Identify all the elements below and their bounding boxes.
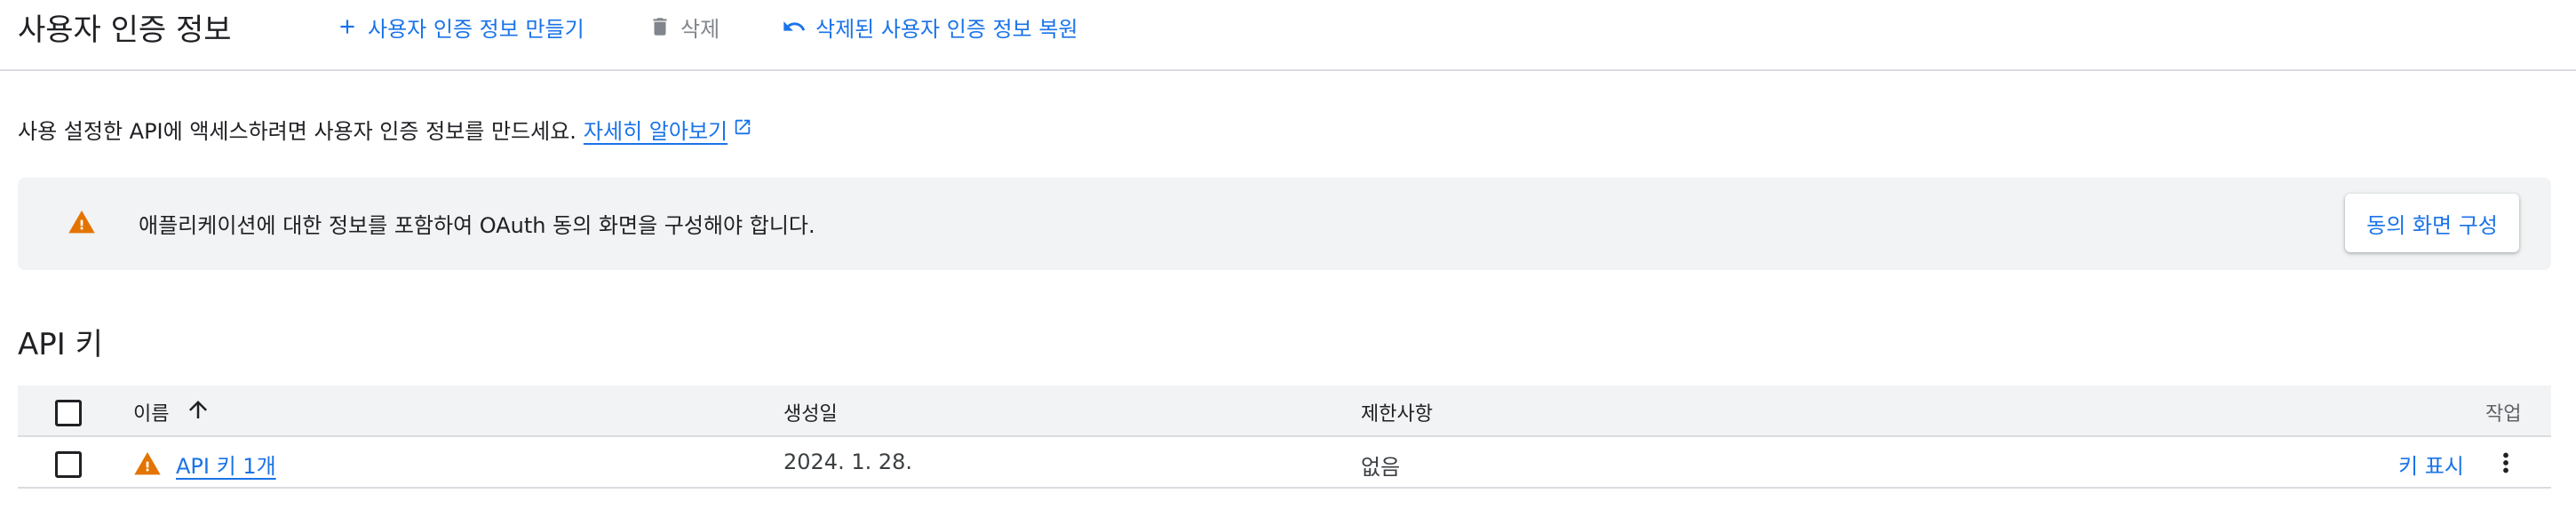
info-text: 사용 설정한 API에 액세스하려면 사용자 인증 정보를 만드세요. [18,119,576,144]
row-checkbox[interactable] [55,451,82,478]
create-credentials-button[interactable]: 사용자 인증 정보 만들기 [336,7,584,46]
restore-deleted-credentials-button[interactable]: 삭제된 사용자 인증 정보 복원 [782,7,1077,46]
page-title: 사용자 인증 정보 [18,12,232,48]
restrictions-value: 없음 [1361,455,1401,480]
learn-more-link[interactable]: 자세히 알아보기 [584,114,752,145]
page-header: 사용자 인증 정보 사용자 인증 정보 만들기 삭제 삭제된 사용자 인증 정보… [0,0,2576,71]
configure-consent-screen-button[interactable]: 동의 화면 구성 [2345,194,2519,252]
table-header: 이름 생성일 제한사항 작업 [18,386,2551,437]
oauth-consent-banner: 애플리케이션에 대한 정보를 포함하여 OAuth 동의 화면을 구성해야 합니… [18,178,2551,270]
credentials-page: 사용자 인증 정보 사용자 인증 정보 만들기 삭제 삭제된 사용자 인증 정보… [0,0,2576,517]
warning-icon [68,208,96,238]
select-all-checkbox[interactable] [55,400,82,426]
warning-icon [133,449,162,480]
learn-more-label: 자세히 알아보기 [583,119,728,144]
column-header-restrictions[interactable]: 제한사항 [1361,398,1433,426]
column-header-name[interactable]: 이름 [133,398,169,426]
banner-message: 애플리케이션에 대한 정보를 포함하여 OAuth 동의 화면을 구성해야 합니… [139,213,815,238]
create-credentials-label: 사용자 인증 정보 만들기 [368,16,584,42]
add-icon [336,15,359,38]
table-row: API 키 1개 2024. 1. 28. 없음 키 표시 [18,437,2551,489]
delete-button[interactable]: 삭제 [648,7,720,46]
delete-label: 삭제 [680,16,720,42]
trash-icon [648,15,672,38]
api-key-name-link[interactable]: API 키 1개 [176,449,276,480]
undo-icon [782,14,807,39]
show-key-button[interactable]: 키 표시 [2398,449,2464,480]
api-keys-title: API 키 [18,327,103,362]
info-line: 사용 설정한 API에 액세스하려면 사용자 인증 정보를 만드세요. 자세히 … [18,114,752,145]
restore-label: 삭제된 사용자 인증 정보 복원 [815,16,1078,42]
column-header-created[interactable]: 생성일 [783,398,838,426]
arrow-up-icon[interactable] [185,396,211,426]
more-vert-icon[interactable] [2491,448,2521,481]
column-header-actions: 작업 [2485,403,2522,426]
created-date: 2024. 1. 28. [783,449,913,474]
external-link-icon [733,117,752,142]
